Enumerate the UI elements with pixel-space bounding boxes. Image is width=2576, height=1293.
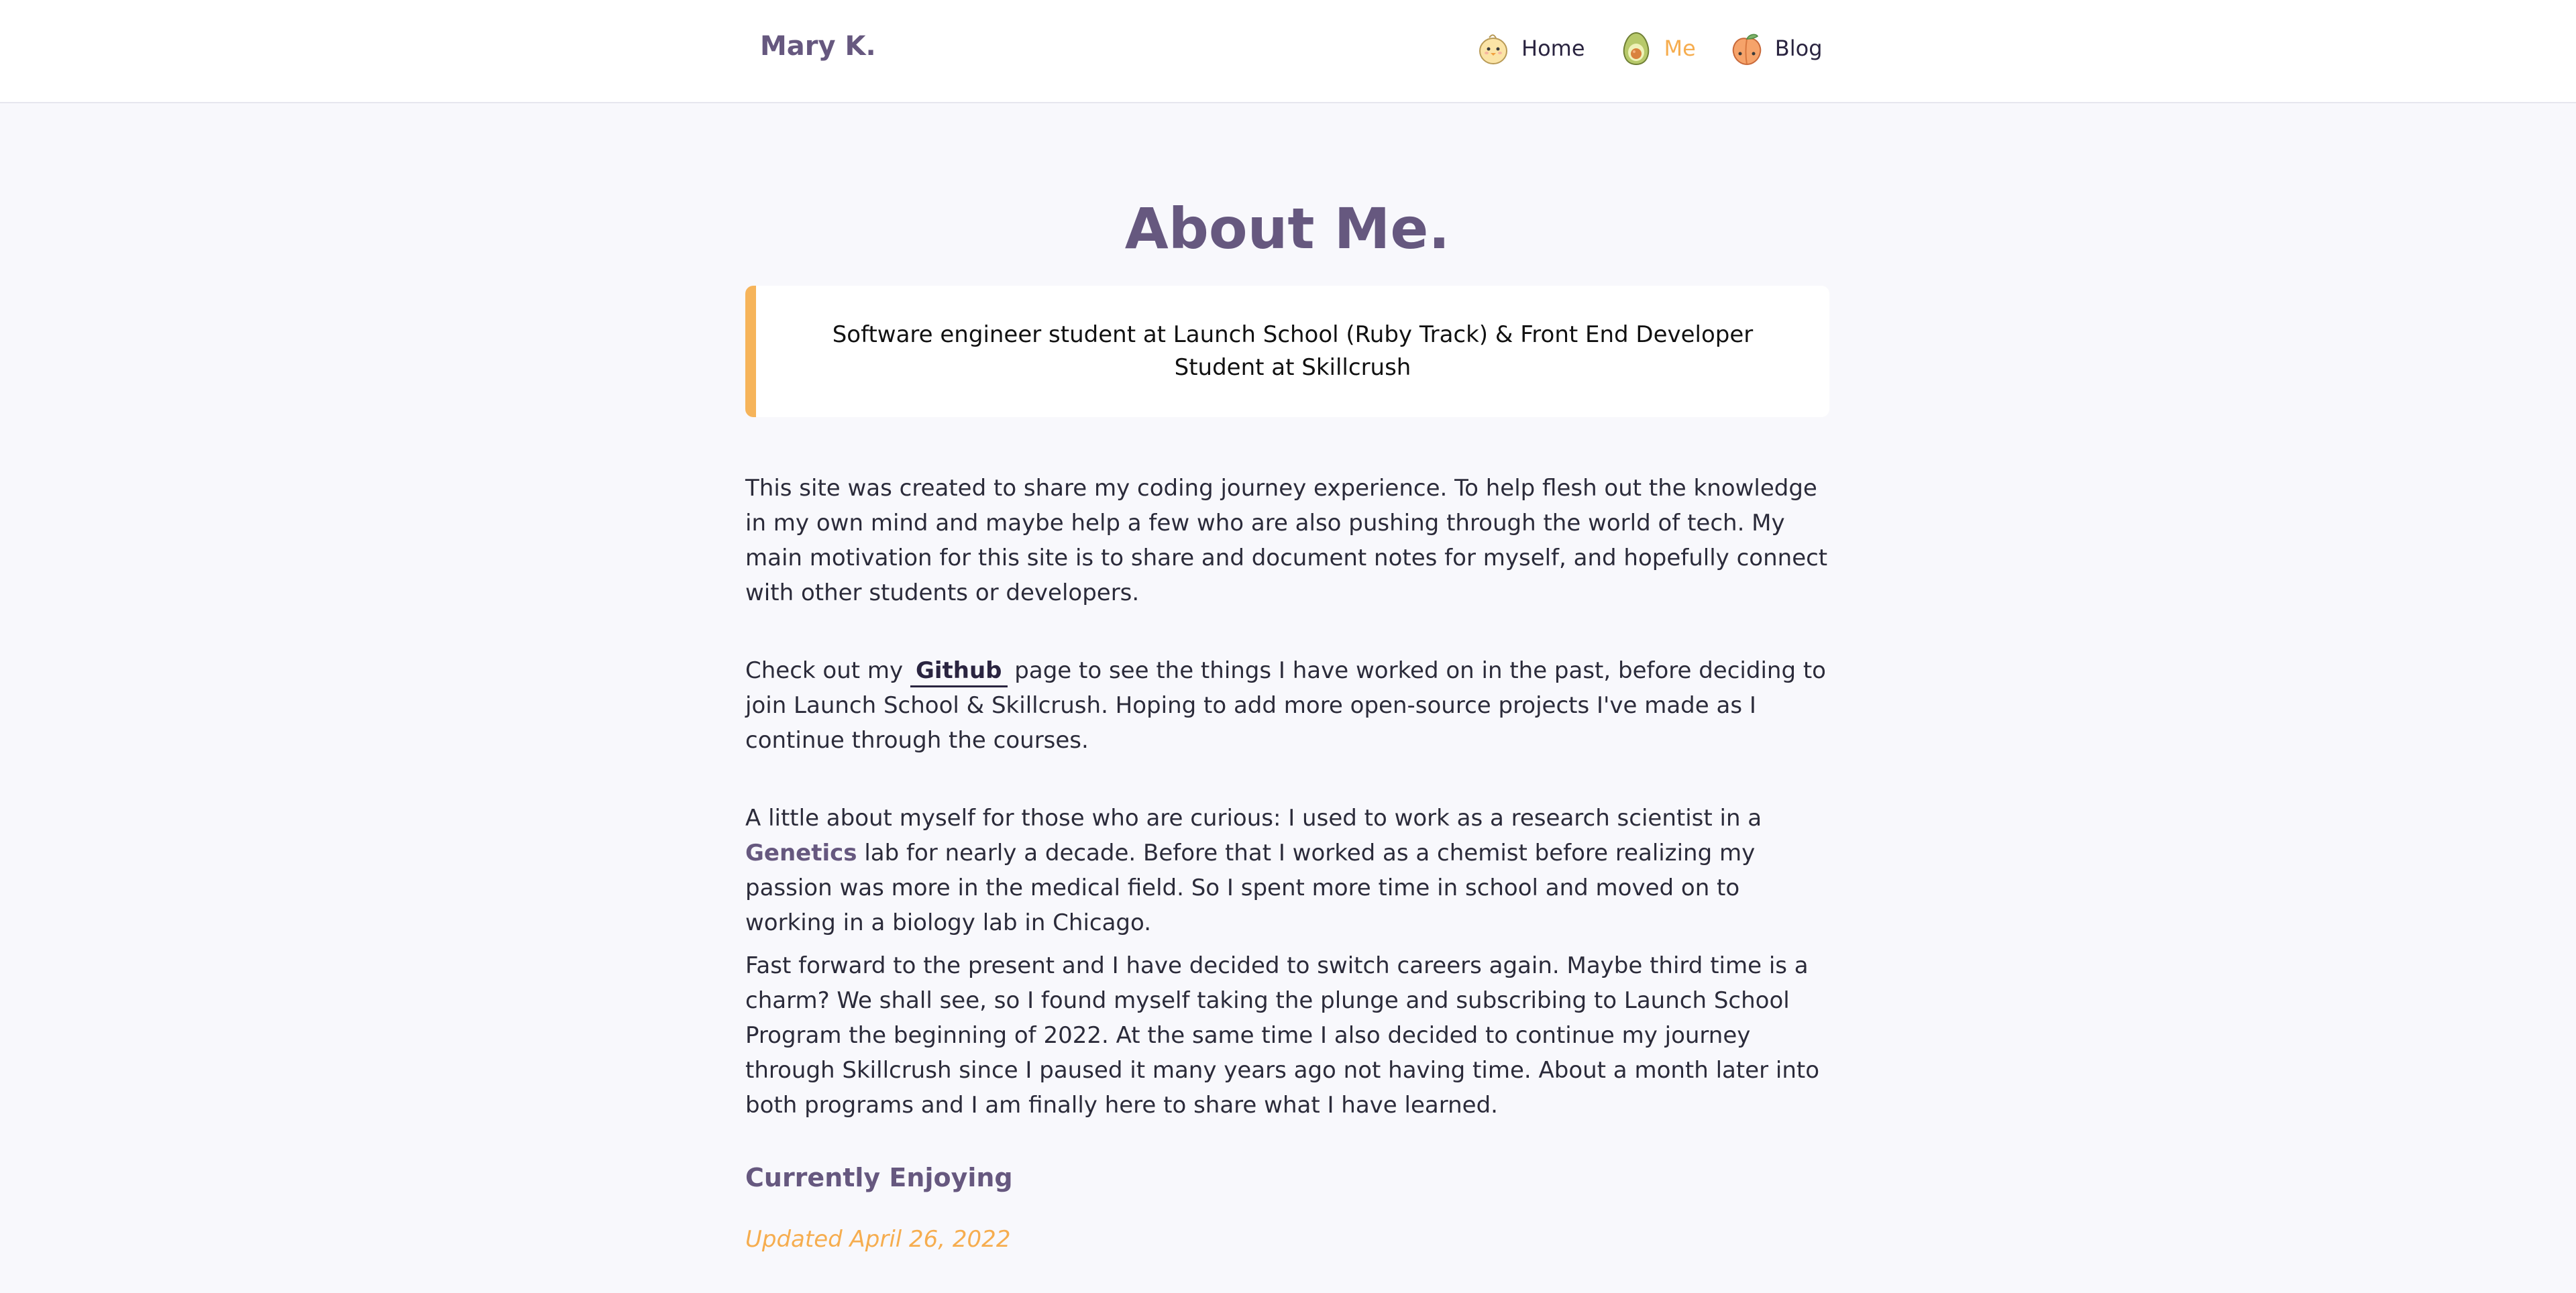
nav-home-label: Home	[1521, 36, 1585, 61]
nav-blog-link[interactable]: Blog	[1729, 31, 1823, 66]
about-paragraph-3: A little about myself for those who are …	[745, 801, 1829, 940]
about-paragraph-1: This site was created to share my coding…	[745, 475, 1828, 606]
page-title: About Me.	[1124, 196, 1450, 262]
paragraph-3-text-after: lab for nearly a decade. Before that I w…	[745, 840, 1756, 936]
peach-icon	[1729, 31, 1764, 66]
main-nav: Home Me Blog	[1476, 30, 1856, 67]
intro-callout: Software engineer student at Launch Scho…	[745, 286, 1829, 417]
avocado-icon	[1619, 31, 1654, 66]
updated-date: Updated April 26, 2022	[745, 1226, 1011, 1253]
about-paragraph-4: Fast forward to the present and I have d…	[745, 952, 1820, 1119]
top-navbar: Mary K. Home Me Blog	[0, 0, 2576, 103]
about-paragraph-2: Check out my Github page to see the thin…	[745, 653, 1829, 758]
currently-enjoying-heading: Currently Enjoying	[745, 1163, 1013, 1192]
chick-icon	[1476, 31, 1511, 66]
genetics-highlight: Genetics	[745, 840, 857, 866]
nav-blog-label: Blog	[1774, 36, 1823, 61]
paragraph-3-text-before: A little about myself for those who are …	[745, 805, 1762, 832]
callout-text: Software engineer student at Launch Scho…	[832, 321, 1754, 381]
nav-me-link[interactable]: Me	[1619, 31, 1696, 66]
github-link[interactable]: Github	[910, 657, 1008, 687]
brand-logo-link[interactable]: Mary K.	[760, 31, 876, 62]
paragraph-2-text-before: Check out my	[745, 657, 910, 684]
nav-home-link[interactable]: Home	[1476, 31, 1585, 66]
nav-me-label: Me	[1664, 36, 1696, 61]
